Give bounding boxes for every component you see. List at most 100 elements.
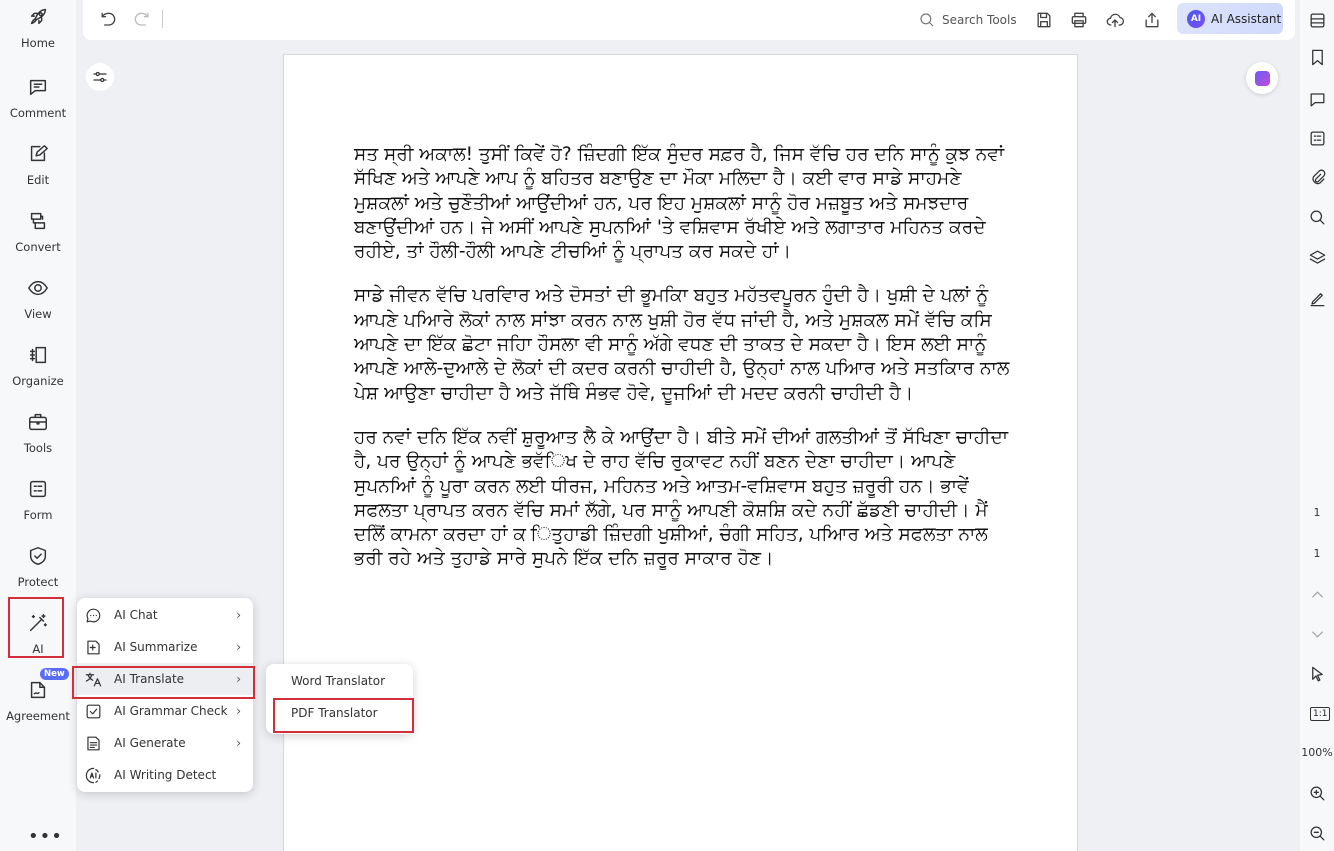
toolbox-icon [29, 413, 47, 431]
menu-item-label: AI Summarize [114, 640, 198, 654]
ai-sparkle-icon [1254, 70, 1270, 86]
bookmark-icon [1311, 49, 1323, 65]
print-icon [1071, 12, 1087, 28]
comment-icon [29, 79, 47, 96]
menu-item-ai-generate[interactable]: AI Generate › [77, 727, 253, 759]
paperclip-icon [1311, 169, 1325, 184]
ai-translate-highlight [72, 666, 255, 699]
attachment-button[interactable] [1305, 165, 1329, 189]
left-sidebar: Home Comment Edit Convert View Organize … [0, 0, 76, 851]
print-button[interactable] [1067, 8, 1091, 32]
agreement-icon [30, 681, 46, 699]
nav-comment[interactable]: Comment [0, 70, 76, 132]
summarize-icon [86, 640, 100, 654]
display-settings-button[interactable] [86, 63, 114, 91]
right-sidebar: 1 1 100% [1300, 0, 1334, 851]
nav-tools[interactable]: Tools [0, 405, 76, 467]
current-page-number[interactable]: 1 [1300, 506, 1334, 519]
layers-button[interactable] [1305, 245, 1329, 269]
save-icon [1037, 12, 1051, 28]
shield-icon [29, 547, 47, 565]
nav-organize-label: Organize [12, 374, 64, 388]
signature-button[interactable] [1305, 286, 1329, 310]
ai-nav-highlight [8, 597, 64, 658]
more-options-button[interactable]: ••• [28, 826, 63, 847]
form-fields-icon [1310, 131, 1324, 145]
nav-protect[interactable]: Protect [0, 539, 76, 601]
pdf-translator-highlight [273, 698, 414, 733]
nav-protect-label: Protect [17, 575, 59, 589]
nav-tools-label: Tools [23, 441, 53, 455]
properties-panel-button[interactable] [1305, 8, 1329, 32]
signature-icon [1310, 292, 1324, 306]
menu-item-label: AI Grammar Check [114, 704, 228, 718]
nav-home-label: Home [21, 36, 55, 50]
layers-icon [1309, 250, 1325, 264]
form-fields-button[interactable] [1305, 126, 1329, 150]
chevron-down-icon [1311, 630, 1323, 638]
grammar-check-icon [86, 704, 100, 718]
menu-item-ai-writing-detect[interactable]: AI Writing Detect [77, 759, 253, 791]
zoom-level[interactable]: 100% [1300, 746, 1334, 759]
submenu-item-word-translator[interactable]: Word Translator [266, 665, 413, 697]
convert-icon [30, 212, 46, 230]
zoom-out-button[interactable] [1305, 821, 1329, 845]
bookmark-button[interactable] [1305, 45, 1329, 69]
menu-item-label: AI Writing Detect [114, 768, 217, 782]
share-button[interactable] [1140, 8, 1164, 32]
search-tools-button[interactable]: Search Tools [918, 8, 1017, 32]
chevron-right-icon: › [236, 640, 241, 654]
menu-item-label: AI Generate [114, 736, 186, 750]
ai-assistant-label: AI Assistant [1211, 11, 1282, 26]
nav-view[interactable]: View [0, 271, 76, 333]
chat-bubble-icon [86, 608, 100, 622]
eye-icon [28, 280, 48, 296]
ai-assistant-button[interactable]: AI AI Assistant [1177, 3, 1283, 34]
menu-item-label: AI Chat [114, 608, 158, 622]
nav-agreement-label: Agreement [6, 709, 70, 723]
redo-icon [134, 12, 149, 26]
nav-organize[interactable]: Organize [0, 338, 76, 400]
document-text: ਸਤ ਸ੍ਰੀ ਅਕਾਲ! ਤੁਸੀਂ ਕਿਵੇਂ ਹੋ? ਜ਼ਿੰਦਗੀ ਇੱ… [354, 143, 1022, 592]
nav-edit-label: Edit [26, 173, 50, 187]
organize-icon [29, 346, 47, 364]
share-icon [1145, 12, 1159, 28]
document-paragraph: ਹਰ ਨਵਾਂ ਦਨਿ ਇੱਕ ਨਵੀਂ ਸ਼ੁਰੂਆਤ ਲੈ ਕੇ ਆਉਂਦਾ… [354, 426, 1009, 570]
chevron-up-icon [1311, 590, 1323, 598]
cloud-upload-icon [1106, 13, 1124, 28]
cloud-upload-button[interactable] [1103, 8, 1127, 32]
previous-page-button[interactable] [1305, 582, 1329, 606]
cursor-icon [1311, 666, 1323, 681]
actual-size-button[interactable]: 1:1 [1310, 707, 1331, 721]
sliders-icon [93, 71, 107, 83]
nav-edit[interactable]: Edit [0, 137, 76, 199]
menu-item-ai-grammar-check[interactable]: AI Grammar Check › [77, 695, 253, 727]
undo-button[interactable] [96, 8, 120, 32]
nav-convert[interactable]: Convert [0, 204, 76, 266]
menu-item-ai-summarize[interactable]: AI Summarize › [77, 631, 253, 663]
document-paragraph: ਸਾਡੇ ਜੀਵਨ ਵੱਚਿ ਪਰਵਿਾਰ ਅਤੇ ਦੋਸਤਾਂ ਦੀ ਭੂਮਕ… [354, 285, 1010, 404]
ai-detect-icon [85, 767, 100, 783]
nav-form[interactable]: Form [0, 472, 76, 534]
toolbar-divider [162, 10, 163, 28]
new-badge: New [40, 668, 69, 680]
comment-icon [1310, 92, 1324, 106]
select-tool-button[interactable] [1305, 662, 1329, 686]
ai-logo-icon: AI [1187, 9, 1205, 28]
nav-home[interactable]: Home [0, 0, 76, 62]
search-icon [920, 13, 934, 27]
zoom-out-icon [1310, 826, 1324, 840]
panel-icon [1310, 13, 1324, 27]
chevron-right-icon: › [236, 608, 241, 622]
next-page-button[interactable] [1305, 622, 1329, 646]
search-panel-button[interactable] [1305, 205, 1329, 229]
top-toolbar: Search Tools AI AI Assistant [83, 0, 1295, 40]
save-button[interactable] [1032, 8, 1056, 32]
menu-item-ai-chat[interactable]: AI Chat › [77, 599, 253, 631]
redo-button[interactable] [130, 8, 154, 32]
floating-ai-button[interactable] [1246, 62, 1278, 94]
comments-panel-button[interactable] [1305, 87, 1329, 111]
undo-icon [101, 12, 116, 26]
zoom-in-button[interactable] [1305, 781, 1329, 805]
nav-agreement[interactable]: Agreement [0, 673, 76, 735]
